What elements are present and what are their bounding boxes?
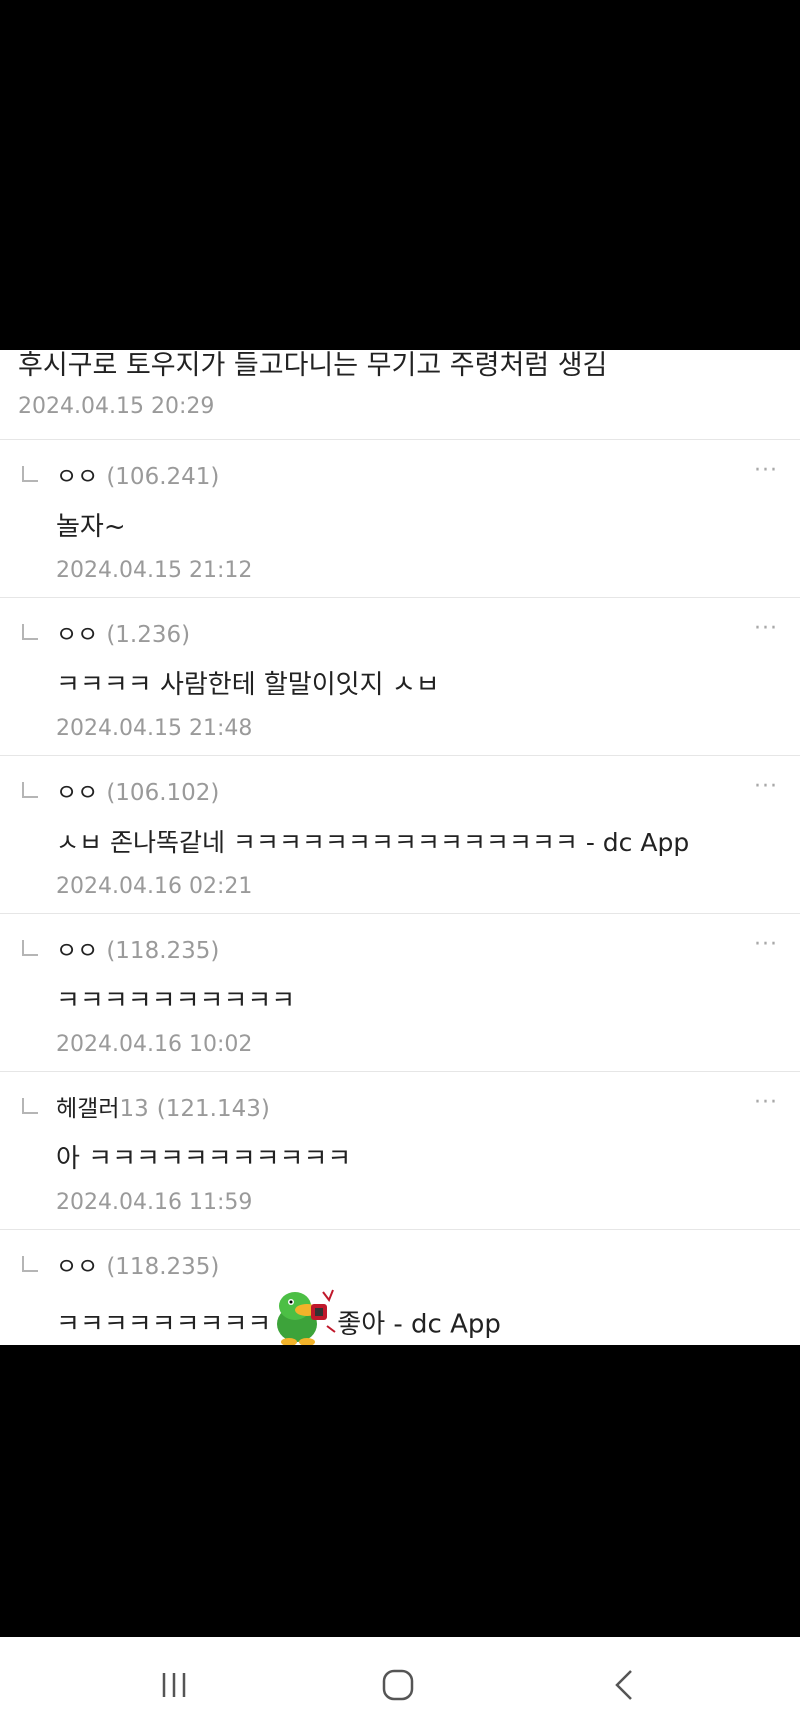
reply-text-before-sticker: ㅋㅋㅋㅋㅋㅋㅋㅋㅋ (56, 1309, 272, 1340)
reply-header: ㅇㅇ (106.241) (56, 462, 219, 492)
top-black-bar (0, 0, 800, 350)
reply-item: ㅇㅇ (1.236) ··· ㅋㅋㅋㅋ 사람한테 할말이잇지 ㅅㅂ 2024.04… (0, 598, 800, 756)
more-options-icon[interactable]: ··· (754, 458, 778, 483)
duck-sticker-icon (267, 1286, 341, 1345)
reply-item: 헤갤러13 (121.143) ··· 아 ㅋㅋㅋㅋㅋㅋㅋㅋㅋㅋㅋ 2024.04… (0, 1072, 800, 1230)
reply-ip: (1.236) (106, 622, 191, 648)
reply-text: ㅋㅋㅋㅋ 사람한테 할말이잇지 ㅅㅂ (56, 670, 440, 700)
reply-nickname[interactable]: ㅇㅇ (56, 780, 98, 806)
reply-item: ㅇㅇ (106.102) ··· ㅅㅂ 존나똑같네 ㅋㅋㅋㅋㅋㅋㅋㅋㅋㅋㅋㅋㅋㅋㅋ… (0, 756, 800, 914)
more-options-icon[interactable]: ··· (754, 1090, 778, 1115)
reply-item: ㅇㅇ (118.235) ㅋㅋㅋㅋㅋㅋㅋㅋㅋ 좋아 - dc App (0, 1230, 800, 1345)
reply-item: ㅇㅇ (106.241) ··· 놀자~ 2024.04.15 21:12 (0, 440, 800, 598)
reply-ip: (118.235) (106, 938, 220, 964)
reply-text: ㅋㅋㅋㅋㅋㅋㅋㅋㅋ 좋아 - dc App (56, 1289, 501, 1345)
reply-header: ㅇㅇ (106.102) (56, 778, 219, 808)
reply-header: ㅇㅇ (118.235) (56, 1252, 219, 1282)
reply-text: 아 ㅋㅋㅋㅋㅋㅋㅋㅋㅋㅋㅋ (56, 1144, 352, 1174)
recent-apps-icon[interactable] (144, 1663, 204, 1707)
reply-nickname[interactable]: ㅇㅇ (56, 464, 98, 490)
reply-arrow-icon (22, 624, 38, 640)
reply-date: 2024.04.16 11:59 (56, 1190, 253, 1215)
reply-ip: (118.235) (106, 1254, 220, 1280)
home-icon[interactable] (368, 1663, 428, 1707)
more-options-icon[interactable]: ··· (754, 932, 778, 957)
parent-comment-date: 2024.04.15 20:29 (18, 394, 215, 419)
parent-comment: 후시구로 토우지가 들고다니는 무기고 주령처럼 생김 2024.04.15 2… (0, 350, 800, 440)
reply-header: ㅇㅇ (1.236) (56, 620, 190, 650)
reply-nickname[interactable]: ㅇㅇ (56, 938, 98, 964)
more-options-icon[interactable]: ··· (754, 774, 778, 799)
reply-arrow-icon (22, 1098, 38, 1114)
parent-comment-text: 후시구로 토우지가 들고다니는 무기고 주령처럼 생김 (18, 350, 608, 381)
reply-item: ㅇㅇ (118.235) ··· ㅋㅋㅋㅋㅋㅋㅋㅋㅋㅋ 2024.04.16 10… (0, 914, 800, 1072)
reply-nickname[interactable]: 헤갤러 (56, 1096, 119, 1122)
back-icon[interactable] (594, 1663, 654, 1707)
reply-arrow-icon (22, 1256, 38, 1272)
reply-text: 놀자~ (56, 512, 126, 542)
more-options-icon[interactable]: ··· (754, 616, 778, 641)
reply-ip: (106.241) (106, 464, 220, 490)
reply-nickname[interactable]: ㅇㅇ (56, 1254, 98, 1280)
reply-date: 2024.04.15 21:48 (56, 716, 253, 741)
reply-text-after-sticker: 좋아 - dc App (337, 1309, 501, 1340)
reply-header: ㅇㅇ (118.235) (56, 936, 219, 966)
reply-arrow-icon (22, 940, 38, 956)
reply-ip: (106.102) (106, 780, 220, 806)
comment-list: 후시구로 토우지가 들고다니는 무기고 주령처럼 생김 2024.04.15 2… (0, 350, 800, 1345)
reply-date: 2024.04.16 02:21 (56, 874, 253, 899)
reply-text: ㅋㅋㅋㅋㅋㅋㅋㅋㅋㅋ (56, 986, 296, 1016)
reply-header: 헤갤러13 (121.143) (56, 1094, 270, 1124)
reply-nickname-number: 13 (119, 1096, 149, 1122)
reply-date: 2024.04.15 21:12 (56, 558, 253, 583)
reply-arrow-icon (22, 466, 38, 482)
reply-date: 2024.04.16 10:02 (56, 1032, 253, 1057)
android-navigation-bar (0, 1637, 800, 1733)
reply-arrow-icon (22, 782, 38, 798)
reply-nickname[interactable]: ㅇㅇ (56, 622, 98, 648)
reply-text: ㅅㅂ 존나똑같네 ㅋㅋㅋㅋㅋㅋㅋㅋㅋㅋㅋㅋㅋㅋㅋ - dc App (56, 828, 690, 857)
reply-ip: (121.143) (156, 1096, 270, 1122)
bottom-black-bar (0, 1345, 800, 1637)
